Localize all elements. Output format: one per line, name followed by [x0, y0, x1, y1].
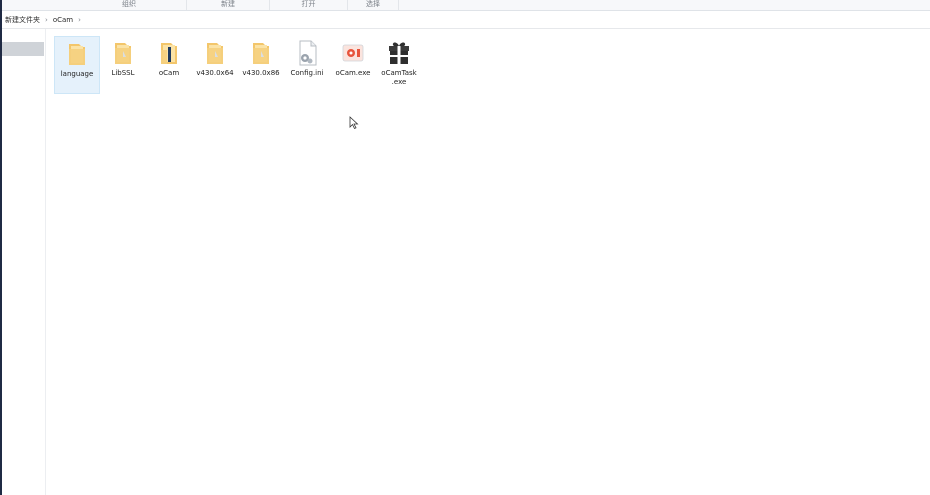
ribbon-group-label: 新建	[221, 0, 235, 8]
file-explorer-window: 组织 新建 打开 选择 新建文件夹 › oCam › language LibS…	[0, 0, 930, 495]
breadcrumb-new-folder[interactable]: 新建文件夹	[2, 15, 43, 25]
ribbon-group-label: 组织	[122, 0, 136, 8]
file-item-ocam-exe[interactable]: oCam.exe	[330, 36, 376, 94]
file-name: LibSSL	[111, 69, 135, 77]
file-item-libssl[interactable]: LibSSL	[100, 36, 146, 94]
ribbon-group-open[interactable]: 打开	[270, 0, 348, 10]
folder-icon	[69, 44, 85, 65]
file-item-ocam-folder[interactable]: oCam	[146, 36, 192, 94]
file-item-config-ini[interactable]: Config.ini	[284, 36, 330, 94]
file-name: Config.ini	[290, 69, 324, 77]
address-bar[interactable]: 新建文件夹 › oCam ›	[2, 11, 930, 29]
file-item-ocamtask-exe[interactable]: oCamTask .exe	[376, 36, 422, 94]
ocam-app-icon	[342, 44, 364, 62]
mouse-pointer-icon	[349, 116, 359, 130]
folder-icon	[253, 43, 269, 64]
folder-icon	[207, 43, 223, 64]
file-name: language	[60, 70, 94, 78]
breadcrumb-separator[interactable]: ›	[43, 16, 50, 24]
file-name: oCam.exe	[335, 69, 371, 77]
file-name: v430.0x86	[242, 69, 280, 77]
breadcrumb-separator[interactable]: ›	[76, 16, 83, 24]
nav-pane-selected-item[interactable]	[2, 42, 44, 56]
ribbon-group-select[interactable]: 选择	[348, 0, 399, 10]
gift-box-icon	[389, 42, 409, 64]
ribbon-bar: 组织 新建 打开 选择	[2, 0, 930, 11]
file-item-v430-x86[interactable]: v430.0x86	[238, 36, 284, 94]
ribbon-group-label: 打开	[301, 0, 316, 8]
folder-icon	[115, 43, 131, 64]
file-item-language[interactable]: language	[54, 36, 100, 94]
file-name: oCam	[158, 69, 180, 77]
config-file-icon	[299, 40, 317, 66]
file-name: oCamTask .exe	[381, 69, 417, 86]
ribbon-group-label: 选择	[366, 0, 380, 8]
ribbon-group-new[interactable]: 新建	[187, 0, 270, 10]
file-item-v430-x64[interactable]: v430.0x64	[192, 36, 238, 94]
breadcrumb-ocam[interactable]: oCam	[50, 16, 76, 24]
folder-icon	[161, 43, 177, 64]
ribbon-group-organize[interactable]: 组织	[72, 0, 187, 10]
navigation-pane	[2, 29, 46, 495]
file-name: v430.0x64	[196, 69, 234, 77]
file-list: language LibSSL oCam v430.0x64 v430.0x86…	[46, 29, 930, 495]
